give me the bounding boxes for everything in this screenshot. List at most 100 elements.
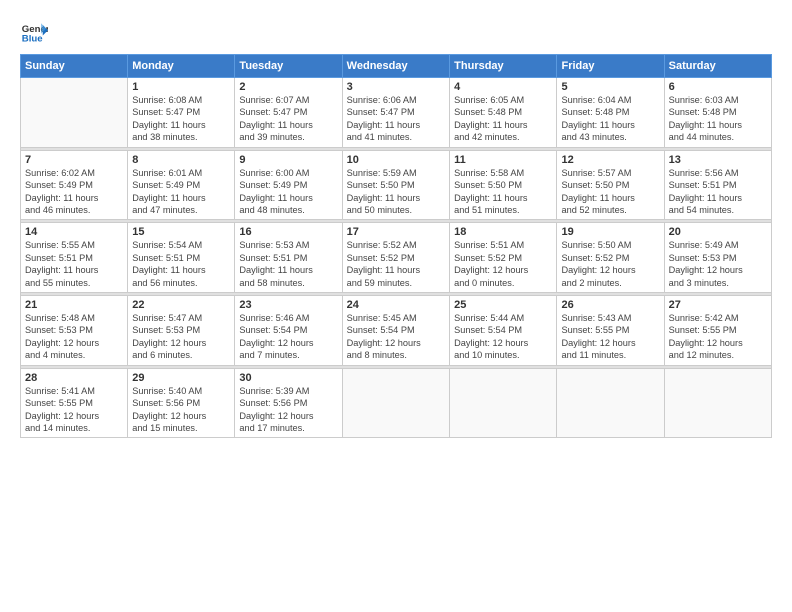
calendar-cell: 21Sunrise: 5:48 AM Sunset: 5:53 PM Dayli…: [21, 296, 128, 366]
calendar-cell: 26Sunrise: 5:43 AM Sunset: 5:55 PM Dayli…: [557, 296, 664, 366]
calendar-week-1: 1Sunrise: 6:08 AM Sunset: 5:47 PM Daylig…: [21, 78, 772, 148]
day-number: 10: [347, 154, 445, 166]
calendar-cell: 8Sunrise: 6:01 AM Sunset: 5:49 PM Daylig…: [128, 150, 235, 220]
day-number: 11: [454, 154, 552, 166]
calendar-cell: 29Sunrise: 5:40 AM Sunset: 5:56 PM Dayli…: [128, 368, 235, 438]
day-number: 15: [132, 226, 230, 238]
day-number: 17: [347, 226, 445, 238]
calendar-cell: 13Sunrise: 5:56 AM Sunset: 5:51 PM Dayli…: [664, 150, 771, 220]
day-info: Sunrise: 6:05 AM Sunset: 5:48 PM Dayligh…: [454, 94, 552, 144]
calendar-cell: 19Sunrise: 5:50 AM Sunset: 5:52 PM Dayli…: [557, 223, 664, 293]
day-number: 27: [669, 299, 767, 311]
day-info: Sunrise: 5:43 AM Sunset: 5:55 PM Dayligh…: [561, 312, 659, 362]
calendar-cell: 2Sunrise: 6:07 AM Sunset: 5:47 PM Daylig…: [235, 78, 342, 148]
day-info: Sunrise: 5:54 AM Sunset: 5:51 PM Dayligh…: [132, 239, 230, 289]
day-number: 25: [454, 299, 552, 311]
day-info: Sunrise: 5:56 AM Sunset: 5:51 PM Dayligh…: [669, 167, 767, 217]
day-number: 26: [561, 299, 659, 311]
day-number: 20: [669, 226, 767, 238]
calendar-cell: 15Sunrise: 5:54 AM Sunset: 5:51 PM Dayli…: [128, 223, 235, 293]
day-number: 3: [347, 81, 445, 93]
day-info: Sunrise: 6:06 AM Sunset: 5:47 PM Dayligh…: [347, 94, 445, 144]
calendar-cell: 1Sunrise: 6:08 AM Sunset: 5:47 PM Daylig…: [128, 78, 235, 148]
day-number: 19: [561, 226, 659, 238]
day-number: 8: [132, 154, 230, 166]
calendar-week-3: 14Sunrise: 5:55 AM Sunset: 5:51 PM Dayli…: [21, 223, 772, 293]
calendar-cell: [450, 368, 557, 438]
day-number: 22: [132, 299, 230, 311]
calendar-cell: 11Sunrise: 5:58 AM Sunset: 5:50 PM Dayli…: [450, 150, 557, 220]
day-number: 12: [561, 154, 659, 166]
page-header: General Blue: [20, 18, 772, 46]
calendar-cell: 18Sunrise: 5:51 AM Sunset: 5:52 PM Dayli…: [450, 223, 557, 293]
day-number: 5: [561, 81, 659, 93]
day-info: Sunrise: 6:01 AM Sunset: 5:49 PM Dayligh…: [132, 167, 230, 217]
day-info: Sunrise: 6:07 AM Sunset: 5:47 PM Dayligh…: [239, 94, 337, 144]
day-info: Sunrise: 5:42 AM Sunset: 5:55 PM Dayligh…: [669, 312, 767, 362]
day-info: Sunrise: 5:58 AM Sunset: 5:50 PM Dayligh…: [454, 167, 552, 217]
calendar-cell: 10Sunrise: 5:59 AM Sunset: 5:50 PM Dayli…: [342, 150, 449, 220]
calendar-cell: 24Sunrise: 5:45 AM Sunset: 5:54 PM Dayli…: [342, 296, 449, 366]
calendar-week-5: 28Sunrise: 5:41 AM Sunset: 5:55 PM Dayli…: [21, 368, 772, 438]
day-info: Sunrise: 5:46 AM Sunset: 5:54 PM Dayligh…: [239, 312, 337, 362]
logo-icon: General Blue: [20, 18, 48, 46]
day-info: Sunrise: 5:59 AM Sunset: 5:50 PM Dayligh…: [347, 167, 445, 217]
day-info: Sunrise: 6:00 AM Sunset: 5:49 PM Dayligh…: [239, 167, 337, 217]
calendar-body: 1Sunrise: 6:08 AM Sunset: 5:47 PM Daylig…: [21, 78, 772, 438]
day-info: Sunrise: 5:57 AM Sunset: 5:50 PM Dayligh…: [561, 167, 659, 217]
day-info: Sunrise: 5:48 AM Sunset: 5:53 PM Dayligh…: [25, 312, 123, 362]
day-number: 4: [454, 81, 552, 93]
day-info: Sunrise: 5:50 AM Sunset: 5:52 PM Dayligh…: [561, 239, 659, 289]
day-info: Sunrise: 5:49 AM Sunset: 5:53 PM Dayligh…: [669, 239, 767, 289]
calendar-table: SundayMondayTuesdayWednesdayThursdayFrid…: [20, 54, 772, 438]
calendar-cell: 25Sunrise: 5:44 AM Sunset: 5:54 PM Dayli…: [450, 296, 557, 366]
calendar-header-monday: Monday: [128, 55, 235, 78]
calendar-week-2: 7Sunrise: 6:02 AM Sunset: 5:49 PM Daylig…: [21, 150, 772, 220]
day-info: Sunrise: 6:04 AM Sunset: 5:48 PM Dayligh…: [561, 94, 659, 144]
calendar-header-friday: Friday: [557, 55, 664, 78]
day-number: 23: [239, 299, 337, 311]
day-info: Sunrise: 5:55 AM Sunset: 5:51 PM Dayligh…: [25, 239, 123, 289]
calendar-cell: 4Sunrise: 6:05 AM Sunset: 5:48 PM Daylig…: [450, 78, 557, 148]
calendar-cell: [664, 368, 771, 438]
calendar-cell: 30Sunrise: 5:39 AM Sunset: 5:56 PM Dayli…: [235, 368, 342, 438]
day-info: Sunrise: 5:51 AM Sunset: 5:52 PM Dayligh…: [454, 239, 552, 289]
calendar-cell: [21, 78, 128, 148]
calendar-cell: 27Sunrise: 5:42 AM Sunset: 5:55 PM Dayli…: [664, 296, 771, 366]
calendar-header-tuesday: Tuesday: [235, 55, 342, 78]
day-number: 28: [25, 372, 123, 384]
day-number: 13: [669, 154, 767, 166]
logo: General Blue: [20, 18, 52, 46]
day-number: 21: [25, 299, 123, 311]
calendar-cell: 22Sunrise: 5:47 AM Sunset: 5:53 PM Dayli…: [128, 296, 235, 366]
calendar-cell: 5Sunrise: 6:04 AM Sunset: 5:48 PM Daylig…: [557, 78, 664, 148]
calendar-cell: 16Sunrise: 5:53 AM Sunset: 5:51 PM Dayli…: [235, 223, 342, 293]
calendar-header-saturday: Saturday: [664, 55, 771, 78]
day-info: Sunrise: 5:44 AM Sunset: 5:54 PM Dayligh…: [454, 312, 552, 362]
day-info: Sunrise: 6:02 AM Sunset: 5:49 PM Dayligh…: [25, 167, 123, 217]
calendar-cell: 28Sunrise: 5:41 AM Sunset: 5:55 PM Dayli…: [21, 368, 128, 438]
calendar-header-row: SundayMondayTuesdayWednesdayThursdayFrid…: [21, 55, 772, 78]
calendar-header-wednesday: Wednesday: [342, 55, 449, 78]
day-number: 2: [239, 81, 337, 93]
day-info: Sunrise: 5:52 AM Sunset: 5:52 PM Dayligh…: [347, 239, 445, 289]
day-number: 18: [454, 226, 552, 238]
calendar-cell: 14Sunrise: 5:55 AM Sunset: 5:51 PM Dayli…: [21, 223, 128, 293]
day-number: 14: [25, 226, 123, 238]
day-info: Sunrise: 5:53 AM Sunset: 5:51 PM Dayligh…: [239, 239, 337, 289]
day-number: 1: [132, 81, 230, 93]
calendar-cell: 12Sunrise: 5:57 AM Sunset: 5:50 PM Dayli…: [557, 150, 664, 220]
calendar-cell: 9Sunrise: 6:00 AM Sunset: 5:49 PM Daylig…: [235, 150, 342, 220]
calendar-cell: 7Sunrise: 6:02 AM Sunset: 5:49 PM Daylig…: [21, 150, 128, 220]
calendar-cell: 6Sunrise: 6:03 AM Sunset: 5:48 PM Daylig…: [664, 78, 771, 148]
calendar-header-thursday: Thursday: [450, 55, 557, 78]
day-number: 9: [239, 154, 337, 166]
day-number: 16: [239, 226, 337, 238]
calendar-cell: 20Sunrise: 5:49 AM Sunset: 5:53 PM Dayli…: [664, 223, 771, 293]
calendar-cell: [342, 368, 449, 438]
day-number: 24: [347, 299, 445, 311]
day-info: Sunrise: 5:45 AM Sunset: 5:54 PM Dayligh…: [347, 312, 445, 362]
calendar-cell: 23Sunrise: 5:46 AM Sunset: 5:54 PM Dayli…: [235, 296, 342, 366]
svg-text:Blue: Blue: [22, 34, 43, 45]
day-info: Sunrise: 5:41 AM Sunset: 5:55 PM Dayligh…: [25, 385, 123, 435]
